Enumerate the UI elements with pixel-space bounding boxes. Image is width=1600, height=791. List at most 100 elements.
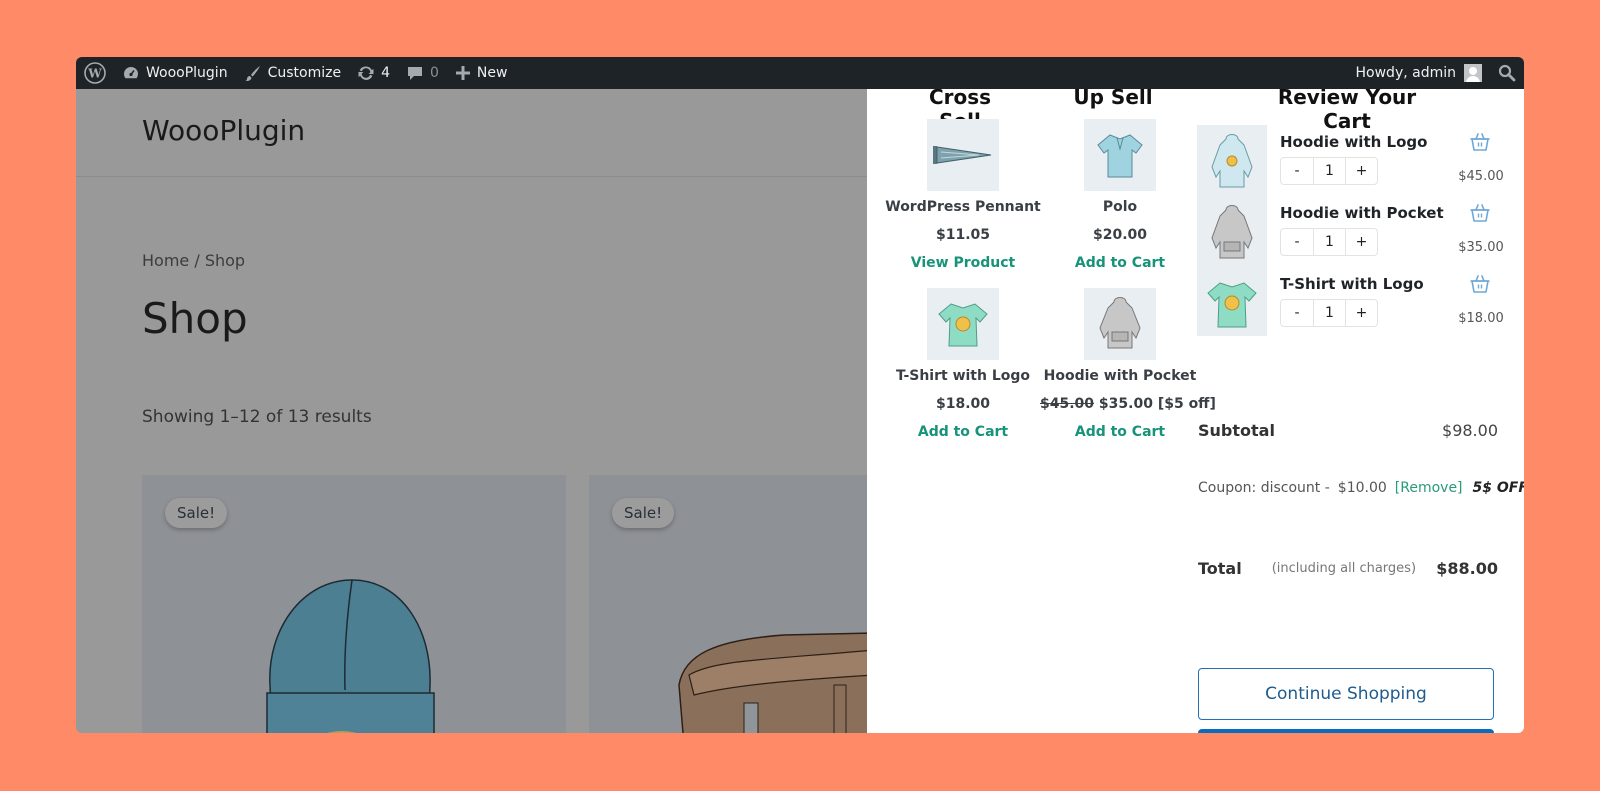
product-thumbnail[interactable] xyxy=(927,288,999,360)
product-name: Hoodie with Pocket xyxy=(1043,368,1197,384)
tshirt-image[interactable] xyxy=(1197,269,1267,339)
discount-note: [$5 off] xyxy=(1157,396,1216,412)
total-value: $88.00 xyxy=(1436,559,1498,578)
paintbrush-icon xyxy=(245,66,260,81)
remove-basket-icon[interactable] xyxy=(1469,273,1491,295)
product-thumbnail[interactable] xyxy=(1084,119,1156,191)
breadcrumb[interactable]: Home / Shop xyxy=(142,251,245,270)
coupon-label: Coupon: discount - xyxy=(1198,480,1330,496)
review-cart-title: Review Your Cart xyxy=(1277,85,1417,133)
qty-increase-button[interactable]: + xyxy=(1345,300,1377,326)
cart-item-price: $45.00 xyxy=(1458,169,1504,184)
beanie-image xyxy=(266,579,435,733)
hoodie-logo-image[interactable] xyxy=(1197,127,1267,197)
product-name: WordPress Pennant xyxy=(885,199,1041,215)
product-price: $11.05 xyxy=(935,227,991,243)
browser-frame: W WoooPlugin Customize 4 0 New Howdy, ad… xyxy=(76,57,1524,733)
updates-icon xyxy=(358,66,374,81)
customize-link[interactable]: Customize xyxy=(236,57,350,89)
product-name: Polo xyxy=(1102,199,1138,215)
view-product-link[interactable]: View Product xyxy=(883,255,1043,271)
greeting: Howdy, admin xyxy=(1355,65,1456,81)
product-card[interactable]: Sale! xyxy=(142,475,566,733)
sale-badge: Sale! xyxy=(612,498,675,528)
new-label: New xyxy=(476,65,508,81)
product-price: $45.00 $35.00 [$5 off] xyxy=(1040,396,1216,412)
sale-price: $35.00 xyxy=(1098,396,1153,412)
product-price: $20.00 xyxy=(1092,227,1148,243)
search-button[interactable] xyxy=(1490,57,1524,89)
qty-decrease-button[interactable]: - xyxy=(1281,300,1313,326)
qty-increase-button[interactable]: + xyxy=(1345,229,1377,255)
cart-side-panel: Cross Sell Up Sell WordPress Pennant $11… xyxy=(867,85,1524,733)
updates-count: 4 xyxy=(381,65,390,81)
qty-input[interactable]: 1 xyxy=(1313,229,1345,255)
quantity-stepper: - 1 + xyxy=(1280,157,1378,185)
cross-sell-item: T-Shirt with Logo $18.00 Add to Cart xyxy=(883,288,1043,440)
remove-coupon-link[interactable]: [Remove] xyxy=(1395,480,1463,496)
site-name-link[interactable]: WoooPlugin xyxy=(114,57,236,89)
search-icon xyxy=(1498,64,1516,82)
coupon-amount: $10.00 xyxy=(1337,480,1387,496)
cart-item: Hoodie with Pocket - 1 + $35.00 xyxy=(1203,198,1504,264)
belt-image xyxy=(678,632,874,733)
my-account-link[interactable]: Howdy, admin xyxy=(1348,57,1490,89)
up-sell-item: Polo $20.00 Add to Cart xyxy=(1040,119,1200,271)
add-to-cart-link[interactable]: Add to Cart xyxy=(1040,424,1200,440)
qty-input[interactable]: 1 xyxy=(1313,158,1345,184)
dashboard-icon xyxy=(124,67,138,79)
sale-badge: Sale! xyxy=(165,498,228,528)
add-to-cart-link[interactable]: Add to Cart xyxy=(883,424,1043,440)
cross-sell-item: WordPress Pennant $11.05 View Product xyxy=(883,119,1043,271)
coupon-info: Coupon: discount - $10.00 [Remove] 5$ OFF xyxy=(1198,480,1524,496)
qty-increase-button[interactable]: + xyxy=(1345,158,1377,184)
tshirt-image xyxy=(938,303,988,347)
result-count: Showing 1–12 of 13 results xyxy=(142,407,372,427)
total-row: Total (including all charges) $88.00 xyxy=(1198,559,1498,578)
hoodie-pocket-image[interactable] xyxy=(1197,198,1267,268)
product-thumbnail[interactable] xyxy=(927,119,999,191)
svg-text:W: W xyxy=(87,67,102,81)
qty-decrease-button[interactable]: - xyxy=(1281,158,1313,184)
cart-item-price: $35.00 xyxy=(1458,240,1504,255)
hoodie-pocket-image xyxy=(1099,297,1141,349)
up-sell-item: Hoodie with Pocket $45.00 $35.00 [$5 off… xyxy=(1040,288,1216,440)
subtotal-value: $98.00 xyxy=(1442,421,1498,440)
comments-link[interactable]: 0 xyxy=(398,57,447,89)
customize-label: Customize xyxy=(267,65,342,81)
coupon-tag: 5$ OFF xyxy=(1472,480,1524,496)
plus-icon xyxy=(455,66,470,80)
wordpress-logo-button[interactable]: W xyxy=(76,57,114,89)
cart-item-name: Hoodie with Logo xyxy=(1280,133,1428,151)
comment-icon xyxy=(408,67,422,80)
add-to-cart-link[interactable]: Add to Cart xyxy=(1040,255,1200,271)
wordpress-logo-icon: W xyxy=(84,62,106,84)
checkout-button[interactable]: Checkout xyxy=(1198,729,1494,733)
subtotal-row: Subtotal $98.00 xyxy=(1198,421,1498,440)
updates-link[interactable]: 4 xyxy=(349,57,398,89)
site-name-label: WoooPlugin xyxy=(146,65,228,81)
subtotal-label: Subtotal xyxy=(1198,421,1275,440)
product-price: $18.00 xyxy=(935,396,991,412)
coupon-row: Coupon: discount - $10.00 [Remove] 5$ OFF xyxy=(1198,480,1524,496)
pennant-image xyxy=(933,146,992,164)
polo-image xyxy=(1097,134,1143,178)
remove-basket-icon[interactable] xyxy=(1469,202,1491,224)
product-name: T-Shirt with Logo xyxy=(895,368,1031,384)
page-title: Shop xyxy=(142,294,248,343)
product-thumbnail[interactable] xyxy=(1084,288,1156,360)
remove-basket-icon[interactable] xyxy=(1469,131,1491,153)
cart-item-name: Hoodie with Pocket xyxy=(1280,204,1444,222)
admin-bar: W WoooPlugin Customize 4 0 New Howdy, ad… xyxy=(76,57,1524,89)
new-content-link[interactable]: New xyxy=(447,57,516,89)
qty-input[interactable]: 1 xyxy=(1313,300,1345,326)
continue-shopping-button[interactable]: Continue Shopping xyxy=(1198,668,1494,720)
regular-price: $45.00 xyxy=(1040,396,1095,412)
cart-item: T-Shirt with Logo - 1 + $18.00 xyxy=(1203,269,1504,335)
qty-decrease-button[interactable]: - xyxy=(1281,229,1313,255)
comments-count: 0 xyxy=(430,65,439,81)
site-title[interactable]: WoooPlugin xyxy=(142,114,305,147)
cart-item-name: T-Shirt with Logo xyxy=(1280,275,1424,293)
cart-item: Hoodie with Logo - 1 + $45.00 xyxy=(1203,127,1504,193)
quantity-stepper: - 1 + xyxy=(1280,299,1378,327)
